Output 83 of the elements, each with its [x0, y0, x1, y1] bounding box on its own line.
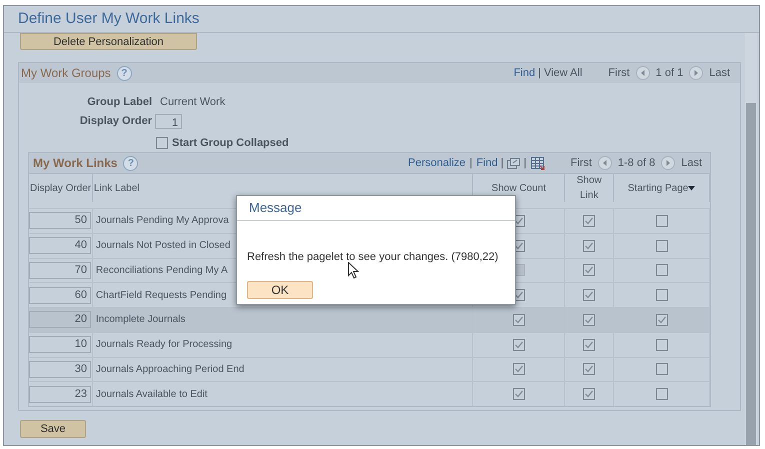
checkbox[interactable] — [656, 214, 668, 227]
checkbox[interactable] — [583, 240, 596, 252]
next-icon[interactable] — [661, 156, 676, 170]
checkbox[interactable] — [156, 137, 168, 149]
help-icon[interactable]: ? — [116, 66, 132, 80]
cursor-icon — [348, 262, 359, 279]
field-label: Group Label — [86, 94, 152, 110]
checkbox[interactable] — [583, 314, 596, 326]
display-order-field[interactable]: 1 — [155, 114, 182, 128]
separator: | — [524, 156, 526, 171]
display-order-field[interactable]: 20 — [29, 311, 91, 328]
spreadsheet-icon[interactable] — [530, 156, 544, 170]
grid-row[interactable]: 10 Journals Ready for Processing — [29, 332, 710, 356]
sort-caret-icon[interactable] — [688, 186, 696, 190]
link-label: Journals Not Posted in Closed — [96, 239, 230, 254]
checkbox[interactable] — [656, 338, 668, 351]
checkbox[interactable] — [656, 388, 668, 400]
separator: | — [470, 156, 472, 171]
grid-row[interactable]: 23 Journals Available to Edit — [29, 381, 710, 406]
checkbox[interactable] — [512, 314, 525, 326]
previous-icon[interactable] — [598, 156, 612, 170]
previous-icon[interactable] — [636, 66, 650, 80]
checkbox[interactable] — [656, 314, 668, 326]
page-range: 1 of 1 — [656, 66, 684, 81]
section-title: My Work Groups — [21, 65, 111, 82]
grid-row[interactable]: 20 Incomplete Journals — [29, 307, 710, 332]
display-order-field[interactable]: 50 — [29, 212, 91, 230]
checkbox[interactable] — [583, 264, 596, 276]
grid-title: My Work Links — [33, 155, 118, 172]
scrollbar[interactable] — [745, 33, 757, 445]
ok-button[interactable]: OK — [247, 281, 313, 299]
separator: | — [538, 66, 541, 81]
link-label: Incomplete Journals — [96, 313, 186, 328]
checkbox[interactable] — [512, 388, 525, 400]
column-header[interactable]: Display Order — [30, 180, 92, 196]
delete-personalization-button[interactable]: Delete Personalization — [20, 33, 197, 50]
separator: | — [500, 156, 504, 171]
checkbox[interactable] — [656, 264, 668, 276]
column-header[interactable]: Show Link — [572, 173, 606, 203]
display-order-field[interactable]: 10 — [29, 336, 91, 354]
field-value: Current Work — [160, 94, 226, 110]
checkbox[interactable] — [512, 363, 525, 376]
help-icon[interactable]: ? — [123, 156, 138, 170]
link-label: Journals Pending My Approva — [96, 214, 229, 228]
link-label: Journals Available to Edit — [96, 388, 208, 402]
dialog-message: Refresh the pagelet to see your changes. (7980,22) — [247, 251, 498, 263]
find-link[interactable]: Find — [514, 64, 536, 82]
grid-row[interactable]: 30 Journals Approaching Period End — [29, 356, 710, 382]
link-label: ChartField Requests Pending — [96, 288, 227, 303]
checkbox-label: Start Group Collapsed — [172, 136, 289, 151]
field-label: Display Order — [78, 114, 152, 129]
last-link[interactable]: Last — [681, 154, 702, 172]
display-order-field[interactable]: 60 — [29, 286, 91, 304]
next-icon[interactable] — [689, 66, 704, 80]
first-link[interactable]: First — [570, 154, 592, 172]
first-link[interactable]: First — [608, 64, 630, 82]
column-header[interactable]: Show Count — [492, 180, 546, 196]
checkbox[interactable] — [512, 338, 525, 351]
checkbox[interactable] — [583, 289, 596, 302]
display-order-field[interactable]: 70 — [29, 262, 91, 279]
link-label: Reconciliations Pending My A — [96, 264, 228, 278]
find-link[interactable]: Find — [476, 154, 498, 172]
column-header[interactable]: Starting Page — [628, 180, 688, 196]
last-link[interactable]: Last — [709, 64, 730, 82]
display-order-field[interactable]: 30 — [29, 360, 91, 378]
link-label: Journals Ready for Processing — [96, 338, 232, 352]
link-label: Journals Approaching Period End — [96, 362, 244, 377]
page-range: 1-8 of 8 — [618, 156, 656, 171]
checkbox[interactable] — [656, 240, 668, 252]
checkbox[interactable] — [583, 338, 596, 351]
display-order-field[interactable]: 40 — [29, 237, 91, 254]
checkbox[interactable] — [656, 289, 668, 302]
column-header[interactable]: Link Label — [94, 180, 140, 196]
checkbox[interactable] — [656, 363, 668, 376]
save-button[interactable]: Save — [20, 420, 86, 438]
checkbox[interactable] — [583, 363, 596, 376]
window-title: Define User My Work Links — [18, 8, 200, 29]
checkbox[interactable] — [583, 388, 596, 400]
new-window-icon[interactable] — [506, 158, 520, 168]
view-all-link[interactable]: View All — [544, 64, 582, 82]
checkbox[interactable] — [583, 214, 596, 227]
display-order-field[interactable]: 23 — [29, 386, 91, 403]
personalize-link[interactable]: Personalize — [408, 154, 466, 172]
